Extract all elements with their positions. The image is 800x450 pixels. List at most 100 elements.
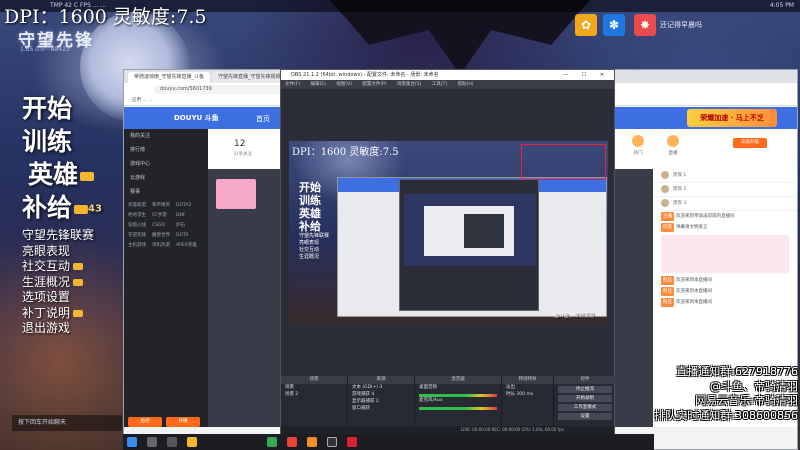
obs-title-bar: OBS 21.1.2 (64bit, windows) - 配置文件: 未命名 … bbox=[281, 70, 614, 80]
source-item[interactable]: 窗口捕获 bbox=[348, 405, 414, 412]
menu-loot[interactable]: 补给 43 bbox=[22, 191, 102, 226]
volume-meter[interactable] bbox=[419, 407, 497, 410]
nested-menu: 开始 训练 英雄 补给 守望先锋联赛 亮眼表现 社交互动 生涯概况 bbox=[299, 181, 329, 261]
category-link[interactable]: 单机热游 bbox=[152, 241, 176, 251]
window-controls[interactable]: — ☐ ✕ bbox=[563, 70, 610, 80]
menu-profile[interactable]: 配置文件(P) bbox=[362, 82, 386, 87]
group-icon[interactable]: ✿ bbox=[575, 14, 597, 36]
start-recording-button[interactable]: 开始录制 bbox=[558, 395, 612, 402]
menu-highlights[interactable]: 亮眼表现 bbox=[22, 244, 94, 260]
category-link[interactable]: 守望先锋 bbox=[128, 231, 152, 241]
menu-file[interactable]: 文件(F) bbox=[285, 82, 300, 87]
folder-icon[interactable] bbox=[187, 437, 197, 447]
category-link[interactable]: 穿越火线 bbox=[128, 221, 152, 231]
lootbox-count: 43 bbox=[88, 203, 102, 215]
nested-preview bbox=[404, 194, 536, 266]
nav-cloud-game[interactable]: 云游戏 bbox=[124, 171, 208, 185]
menu-tools[interactable]: 工具(T) bbox=[432, 82, 447, 87]
mini-shortcut[interactable]: 热门 bbox=[623, 135, 653, 156]
menu-view[interactable]: 视图(V) bbox=[336, 82, 352, 87]
nav-game-center[interactable]: 游戏中心 bbox=[124, 157, 208, 171]
scene-item[interactable]: 场景 2 bbox=[281, 391, 347, 398]
upgrade-button[interactable]: 充值升级 bbox=[733, 138, 767, 148]
chrome-icon[interactable] bbox=[267, 437, 277, 447]
menu-scene-collection[interactable]: 场景集合(S) bbox=[397, 82, 421, 87]
menu-exit[interactable]: 退出游戏 bbox=[22, 321, 94, 337]
go-live-button[interactable]: 开播 bbox=[166, 417, 200, 427]
shortcut-icon bbox=[632, 135, 644, 147]
nav-ranking[interactable]: 排行榜 bbox=[124, 143, 208, 157]
rank-row: 贵宾 1 bbox=[653, 169, 797, 183]
chat-ad-banner[interactable] bbox=[661, 235, 789, 273]
menu-play[interactable]: 开始 bbox=[22, 92, 102, 125]
mini-shortcut[interactable]: 直播 bbox=[658, 135, 688, 156]
nested-menu-item: 生涯概况 bbox=[299, 254, 320, 260]
menu-edit[interactable]: 编辑(E) bbox=[311, 82, 326, 87]
task-view-icon[interactable] bbox=[167, 437, 177, 447]
menu-career[interactable]: 生涯概况 bbox=[22, 275, 94, 291]
promo-banner[interactable]: 荣耀加速 · 马上不乏 bbox=[687, 109, 777, 127]
category-link[interactable]: APEX英雄 bbox=[176, 241, 200, 251]
douyu-logo[interactable]: DOUYU 斗鱼 bbox=[174, 113, 219, 123]
category-link[interactable]: 炉石 bbox=[176, 221, 200, 231]
dpi-overlay: DPI：1600 灵敏度:7.5 bbox=[4, 6, 207, 28]
settings-button[interactable]: 设置 bbox=[558, 413, 612, 420]
fishbar-button[interactable]: 鱼吧 bbox=[128, 417, 162, 427]
mixer-title: 混音器 bbox=[415, 376, 501, 384]
menu-options[interactable]: 选项设置 bbox=[22, 290, 94, 306]
sources-title: 来源 bbox=[348, 376, 414, 384]
browser-tab-active[interactable]: 帝骑凌琼雨_守望先锋直播_斗鱼 bbox=[128, 72, 210, 83]
menu-social[interactable]: 社交互动 bbox=[22, 259, 94, 275]
main-menu: 开始 训练 英雄 补给 43 bbox=[22, 92, 102, 226]
transition-select[interactable]: 淡出 bbox=[502, 384, 553, 391]
obs-icon[interactable] bbox=[327, 437, 337, 447]
category-link[interactable]: 魔兽世界 bbox=[152, 231, 176, 241]
category-link[interactable]: 和平精英 bbox=[152, 201, 176, 211]
category-link[interactable]: 主机游戏 bbox=[128, 241, 152, 251]
app-icon[interactable] bbox=[287, 437, 297, 447]
transition-duration[interactable]: 时长 300 ms bbox=[502, 391, 553, 398]
menu-heroes[interactable]: 英雄 bbox=[22, 158, 102, 191]
category-link[interactable]: CF手游 bbox=[152, 211, 176, 221]
menu-training[interactable]: 训练 bbox=[22, 125, 102, 158]
mixer-channel: 麦克风/Aux bbox=[419, 398, 443, 403]
stop-streaming-button[interactable]: 停止推流 bbox=[558, 386, 612, 393]
obs-menu-bar: 文件(F) 编辑(E) 视图(V) 配置文件(P) 场景集合(S) 工具(T) … bbox=[281, 80, 614, 89]
home-link[interactable]: 首页 bbox=[256, 114, 270, 124]
category-link[interactable]: 英雄联盟 bbox=[128, 201, 152, 211]
menu-help[interactable]: 帮助(H) bbox=[458, 82, 474, 87]
mixer-dock: 混音器 桌面音频 麦克风/Aux bbox=[415, 376, 502, 428]
category-link[interactable]: DNF bbox=[176, 211, 200, 221]
category-link[interactable]: DOTA bbox=[176, 231, 200, 241]
nested-menu-item: 守望先锋联赛 bbox=[299, 233, 330, 239]
scene-item[interactable]: 场景 bbox=[281, 384, 347, 391]
nav-following[interactable]: 我的关注 bbox=[124, 129, 208, 143]
app-icon[interactable] bbox=[347, 437, 357, 447]
menu-patch-notes[interactable]: 补丁说明 bbox=[22, 306, 94, 322]
nav-esports[interactable]: 赛事 bbox=[124, 185, 208, 199]
obs-preview[interactable]: DPI：1600 灵敏度:7.5 开始 训练 英雄 补给 守望先锋联赛 亮眼表现… bbox=[289, 141, 608, 323]
nested-menu-item: 补给 bbox=[299, 220, 321, 233]
source-item[interactable]: 显示器捕获 2 bbox=[348, 398, 414, 405]
source-item[interactable]: 文本 (GDI+) 3 bbox=[348, 384, 414, 391]
nested-highlight-box bbox=[521, 144, 606, 180]
player-name: 还记得早晨吗 bbox=[660, 21, 702, 29]
stream-info-overlay: 直播通知群:627918776 @斗鱼、帝骑清羽 网易云音乐:帝骑清羽 排队实时… bbox=[654, 365, 798, 423]
player-avatar[interactable]: ✸ bbox=[634, 14, 656, 36]
start-icon[interactable] bbox=[127, 437, 137, 447]
search-icon[interactable] bbox=[147, 437, 157, 447]
social-icon bbox=[73, 263, 84, 270]
category-grid: 英雄联盟 和平精英 DOTA2 绝地求生 CF手游 DNF 穿越火线 CSGO 炉石 守望先… bbox=[124, 199, 208, 253]
chat-message: 粉丝 欢迎来到本直播间 bbox=[661, 287, 712, 296]
menu-league[interactable]: 守望先锋联赛 bbox=[22, 228, 94, 244]
chat-hint[interactable]: 按下回车开始聊天 bbox=[12, 415, 122, 431]
friends-icon[interactable]: ✽ bbox=[603, 14, 625, 36]
notification-icon bbox=[80, 171, 95, 181]
follow-count: 12 bbox=[234, 139, 246, 149]
overwatch-icon[interactable] bbox=[307, 437, 317, 447]
category-link[interactable]: DOTA2 bbox=[176, 201, 200, 211]
source-item[interactable]: 游戏捕获 4 bbox=[348, 391, 414, 398]
studio-mode-button[interactable]: 工作室模式 bbox=[558, 404, 612, 411]
category-link[interactable]: 绝地求生 bbox=[128, 211, 152, 221]
category-link[interactable]: CSGO bbox=[152, 221, 176, 231]
